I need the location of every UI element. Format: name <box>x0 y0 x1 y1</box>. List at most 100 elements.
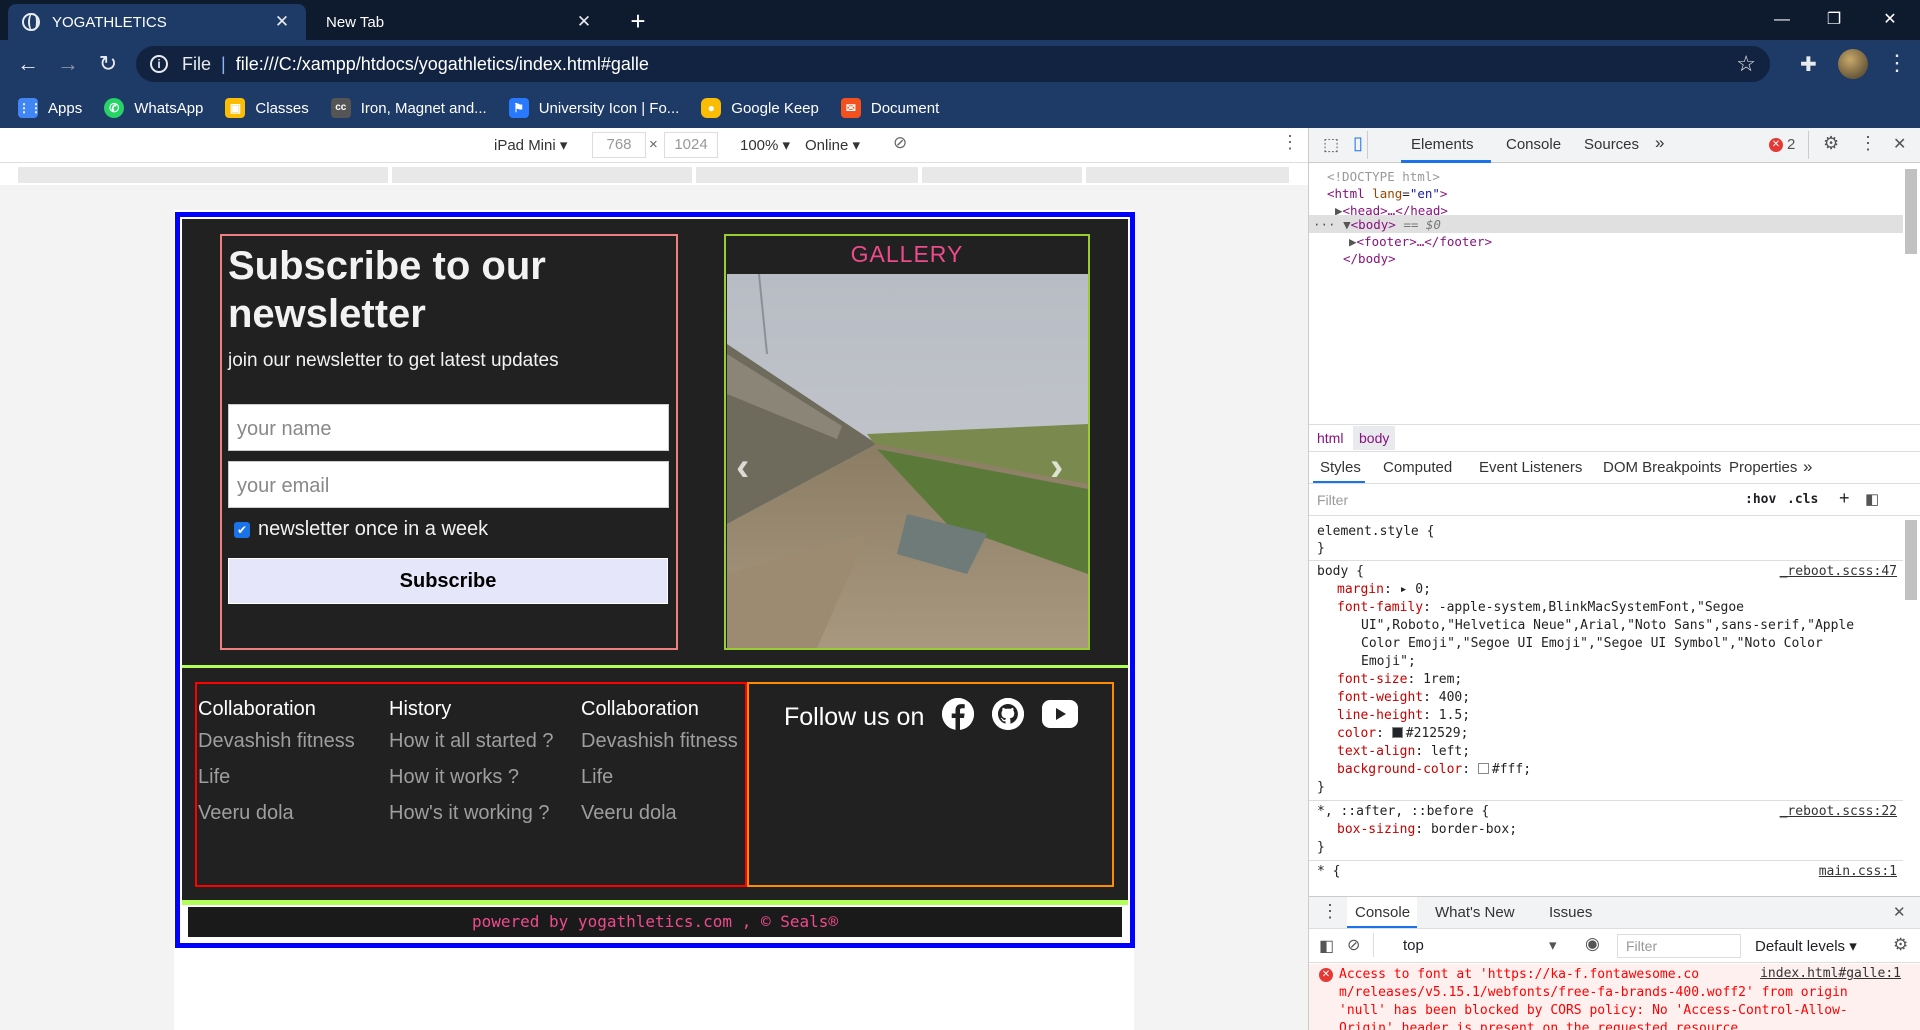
styles-filter-input[interactable]: Filter <box>1317 492 1731 508</box>
dom-body-node[interactable]: ··· ▼<body> == $0 <box>1313 217 1441 232</box>
body-selector[interactable]: body { <box>1317 564 1364 579</box>
devtools-menu-icon[interactable]: ⋮ <box>1859 133 1877 154</box>
close-tab-icon[interactable]: ✕ <box>272 12 292 32</box>
forward-button[interactable]: → <box>54 50 82 78</box>
body-rule-source[interactable]: _reboot.scss:47 <box>1780 564 1897 579</box>
youtube-icon[interactable] <box>1042 700 1078 728</box>
ruler-segment[interactable] <box>696 167 918 183</box>
drawer-tab-issues[interactable]: Issues <box>1549 904 1592 921</box>
close-tab-icon[interactable]: ✕ <box>574 12 594 32</box>
live-expression-eye-icon[interactable]: ◉ <box>1585 934 1600 954</box>
drawer-menu-icon[interactable]: ⋮ <box>1321 901 1339 922</box>
bookmark-document[interactable]: ✉ Document <box>840 98 939 118</box>
github-icon[interactable] <box>992 698 1024 730</box>
console-filter-input[interactable]: Filter <box>1617 934 1741 958</box>
settings-gear-icon[interactable]: ⚙ <box>1823 133 1839 154</box>
context-select[interactable]: top <box>1403 937 1424 954</box>
star-selector[interactable]: *, ::after, ::before { <box>1317 804 1489 819</box>
footer-link[interactable]: How it works ? <box>389 763 554 792</box>
scrollbar-thumb[interactable] <box>1905 520 1917 600</box>
add-rule-icon[interactable]: + <box>1839 488 1850 509</box>
more-tabs-icon[interactable]: » <box>1655 133 1664 153</box>
zoom-select[interactable]: 100% ▾ <box>740 136 790 154</box>
dom-doctype[interactable]: <!DOCTYPE html> <box>1327 169 1440 184</box>
checkbox-checked-icon[interactable]: ✔ <box>234 521 250 538</box>
device-menu-icon[interactable]: ⋮ <box>1281 132 1299 153</box>
bookmark-star-icon[interactable]: ☆ <box>1736 51 1756 77</box>
css-prop-box-sizing[interactable]: box-sizing: border-box; <box>1337 822 1517 837</box>
log-levels-select[interactable]: Default levels ▾ <box>1755 937 1857 955</box>
css-prop-font-weight[interactable]: font-weight: 400; <box>1337 690 1470 705</box>
error-count[interactable]: 2 <box>1787 136 1795 153</box>
device-toggle-icon[interactable]: ▯ <box>1353 133 1363 154</box>
css-prop-text-align[interactable]: text-align: left; <box>1337 744 1470 759</box>
bookmark-google-keep[interactable]: ● Google Keep <box>701 98 819 118</box>
error-source-link[interactable]: index.html#galle:1 <box>1760 966 1901 981</box>
info-icon[interactable]: i <box>150 55 168 73</box>
console-settings-gear-icon[interactable]: ⚙ <box>1893 935 1908 955</box>
new-tab-button[interactable]: + <box>622 6 654 38</box>
subtab-computed[interactable]: Computed <box>1383 459 1452 476</box>
css-prop-background-color[interactable]: background-color: #fff; <box>1337 762 1531 777</box>
footer-link[interactable]: Life <box>198 763 355 792</box>
dom-footer-node[interactable]: ▶<footer>…</footer> <box>1349 234 1492 249</box>
element-style-rule[interactable]: element.style { <box>1317 524 1434 539</box>
subtab-dom-breakpoints[interactable]: DOM Breakpoints <box>1603 459 1721 476</box>
browser-tab[interactable]: New Tab ✕ <box>310 4 608 40</box>
bookmark-apps[interactable]: ⋮⋮ Apps <box>18 98 82 118</box>
more-subtabs-icon[interactable]: » <box>1803 457 1812 477</box>
footer-link[interactable]: Veeru dola <box>581 799 738 828</box>
close-window-button[interactable]: ✕ <box>1862 0 1918 40</box>
css-prop-margin[interactable]: margin: ▸ 0; <box>1337 582 1431 597</box>
clear-console-icon[interactable]: ⊘ <box>1347 935 1360 955</box>
ruler-segment[interactable] <box>922 167 1082 183</box>
footer-link[interactable]: Devashish fitness <box>581 727 738 756</box>
avatar[interactable] <box>1838 49 1868 79</box>
tab-console[interactable]: Console <box>1506 136 1561 153</box>
bookmark-classes[interactable]: ▣ Classes <box>225 98 309 118</box>
close-devtools-icon[interactable]: ✕ <box>1893 134 1906 154</box>
scrollbar-thumb[interactable] <box>1905 169 1917 254</box>
color-swatch[interactable] <box>1391 727 1403 738</box>
subtab-properties[interactable]: Properties <box>1729 459 1797 476</box>
cls-toggle[interactable]: .cls <box>1787 492 1818 507</box>
width-input[interactable]: 768 <box>592 132 646 158</box>
footer-link[interactable]: How it all started ? <box>389 727 554 756</box>
context-dropdown-icon[interactable]: ▾ <box>1549 936 1557 954</box>
subtab-event-listeners[interactable]: Event Listeners <box>1479 459 1582 476</box>
hov-toggle[interactable]: :hov <box>1745 492 1776 507</box>
close-drawer-icon[interactable]: ✕ <box>1893 903 1906 921</box>
carousel-prev-icon[interactable]: ‹ <box>736 445 749 490</box>
facebook-icon[interactable] <box>942 698 974 730</box>
newsletter-checkbox-row[interactable]: ✔ newsletter once in a week <box>234 518 488 541</box>
star-rule-source[interactable]: _reboot.scss:22 <box>1780 804 1897 819</box>
tab-sources[interactable]: Sources <box>1584 136 1639 153</box>
device-select[interactable]: iPad Mini ▾ <box>494 136 567 154</box>
computed-sidebar-icon[interactable]: ◧ <box>1865 490 1879 508</box>
extensions-icon[interactable]: ✚ <box>1800 52 1824 76</box>
reload-button[interactable]: ↻ <box>94 50 122 78</box>
browser-menu-icon[interactable]: ⋮ <box>1886 50 1908 78</box>
css-prop-color[interactable]: color: #212529; <box>1337 726 1468 741</box>
address-bar[interactable]: i File | file:///C:/xampp/htdocs/yogathl… <box>136 46 1770 82</box>
carousel-next-icon[interactable]: › <box>1050 445 1063 490</box>
next-selector[interactable]: * { <box>1317 864 1340 879</box>
ruler-segment[interactable] <box>18 167 388 183</box>
footer-link[interactable]: Veeru dola <box>198 799 355 828</box>
minimize-button[interactable]: — <box>1754 0 1810 40</box>
subscribe-button[interactable]: Subscribe <box>228 558 668 604</box>
dom-html-node[interactable]: <html lang="en"> <box>1327 186 1447 201</box>
console-sidebar-icon[interactable]: ◧ <box>1319 936 1334 956</box>
drawer-tab-whats-new[interactable]: What's New <box>1435 904 1515 921</box>
footer-link[interactable]: How's it working ? <box>389 799 554 828</box>
restore-button[interactable]: ❐ <box>1806 0 1862 40</box>
subtab-styles[interactable]: Styles <box>1320 459 1361 476</box>
ruler-segment[interactable] <box>1086 167 1289 183</box>
ruler-segment[interactable] <box>392 167 692 183</box>
inspect-element-icon[interactable]: ⬚ <box>1323 135 1339 155</box>
tab-elements[interactable]: Elements <box>1411 136 1474 153</box>
back-button[interactable]: ← <box>14 50 42 78</box>
console-error-cors[interactable]: ✕ Access to font at 'https://ka-f.fontaw… <box>1309 964 1920 1030</box>
expand-triangle-icon[interactable]: ▸ <box>1400 582 1408 597</box>
footer-link[interactable]: Life <box>581 763 738 792</box>
